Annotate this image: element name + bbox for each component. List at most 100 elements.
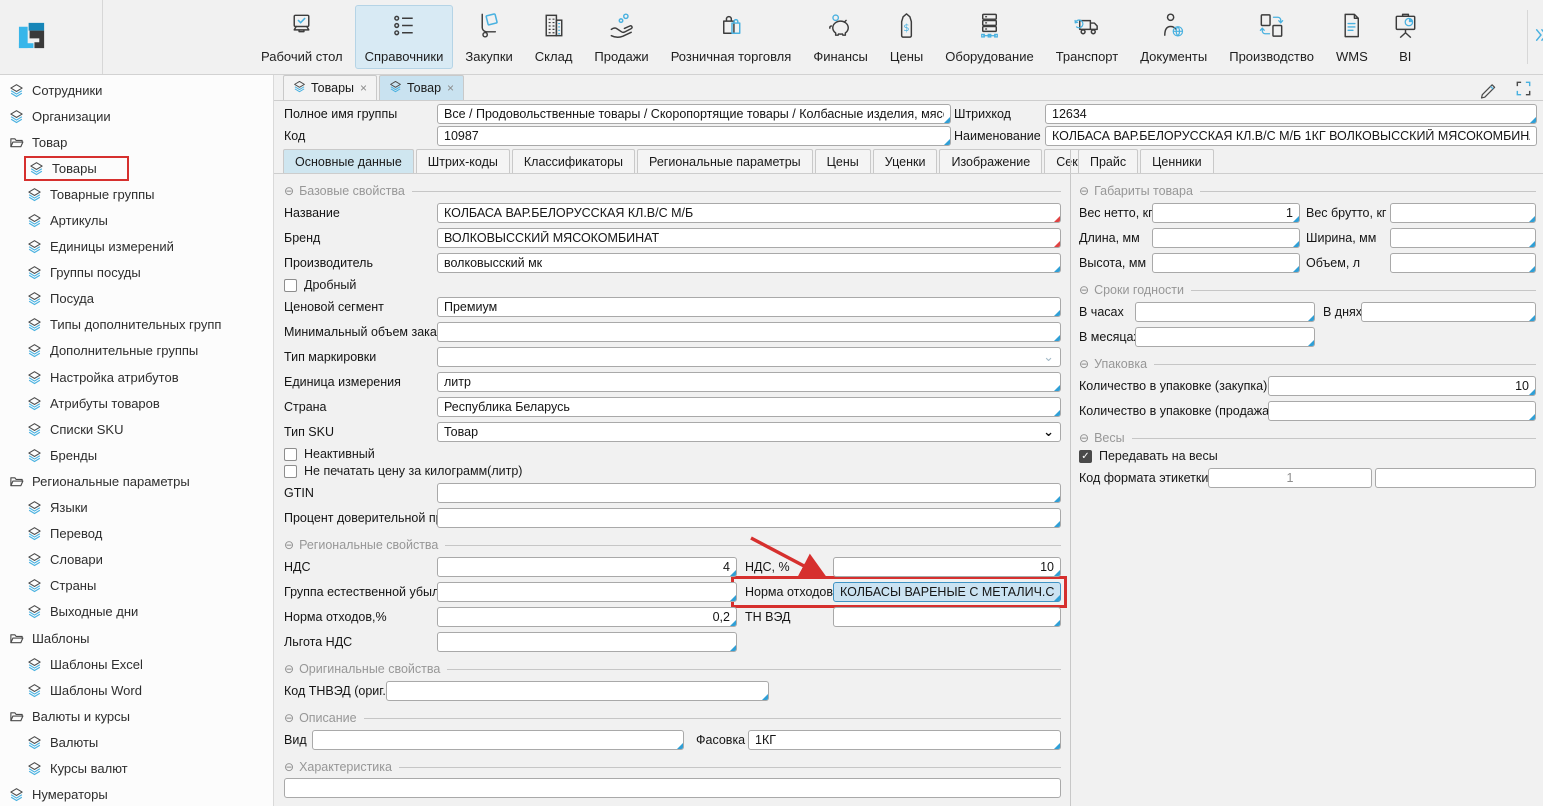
sidebar-item-strany[interactable]: Страны: [0, 573, 273, 599]
field-nds[interactable]: 4: [437, 557, 737, 577]
collapse-icon[interactable]: ⊖: [284, 539, 294, 551]
toolbar-item-desktop[interactable]: Рабочий стол: [251, 5, 353, 69]
field-tn-ved[interactable]: [833, 607, 1061, 627]
sidebar-item-brendy[interactable]: Бренды: [0, 442, 273, 468]
expand-button[interactable]: [1514, 79, 1533, 103]
field-kod-tnved-orig[interactable]: [386, 681, 769, 701]
tab-shtrih-kody[interactable]: Штрих-коды: [416, 149, 510, 173]
sidebar-item-regionalnye-parametry[interactable]: Региональные параметры: [0, 468, 273, 494]
sidebar-item-shablony-word[interactable]: Шаблоны Word: [0, 677, 273, 703]
toolbar-item-ceny[interactable]: $Цены: [880, 5, 933, 69]
toolbar-overflow-icon[interactable]: [1534, 26, 1543, 49]
field-procent-doveritelnoy-priemki[interactable]: [437, 508, 1061, 528]
checkbox-ne-pechatat-cenu-za-kilogramm[interactable]: [284, 465, 297, 478]
toolbar-item-spravochniki[interactable]: Справочники: [355, 5, 454, 69]
field-cenovoy-segment[interactable]: Премиум: [437, 297, 1061, 317]
field-tip-markirovki[interactable]: ⌄: [437, 347, 1061, 367]
field-fasovka[interactable]: 1КГ: [748, 730, 1061, 750]
toolbar-item-sklad[interactable]: Склад: [525, 5, 583, 69]
field-edinica-izmereniya[interactable]: литр: [437, 372, 1061, 392]
field-nazvanie[interactable]: КОЛБАСА ВАР.БЕЛОРУССКАЯ КЛ.В/С М/Б: [437, 203, 1061, 223]
field-vysota[interactable]: [1152, 253, 1300, 273]
doc-tab-tovar[interactable]: Товар×: [379, 75, 464, 100]
toolbar-item-finansy[interactable]: Финансы: [803, 5, 878, 69]
field-v-dnyah[interactable]: [1361, 302, 1536, 322]
collapse-icon[interactable]: ⊖: [284, 663, 294, 675]
sidebar-item-tovary[interactable]: Товары: [0, 155, 273, 181]
field-shtrihkod[interactable]: 12634: [1045, 104, 1537, 124]
field-kod-formata-etiketki[interactable]: 1: [1208, 468, 1372, 488]
toolbar-item-proizvodstvo[interactable]: Производство: [1219, 5, 1324, 69]
sidebar-item-slovari[interactable]: Словари: [0, 547, 273, 573]
sidebar-item-vyhodnye-dni[interactable]: Выходные дни: [0, 599, 273, 625]
field-v-mesyacah[interactable]: [1135, 327, 1315, 347]
sidebar-item-gruppy-posudy[interactable]: Группы посуды: [0, 260, 273, 286]
tab-klassifikatory[interactable]: Классификаторы: [512, 149, 635, 173]
field-v-chasah[interactable]: [1135, 302, 1315, 322]
close-icon[interactable]: ×: [360, 81, 367, 95]
tab-ucenki[interactable]: Уценки: [873, 149, 938, 173]
tab-ceny[interactable]: Цены: [815, 149, 871, 173]
sidebar-item-organizacii[interactable]: Организации: [0, 103, 273, 129]
toolbar-item-zakupki[interactable]: Закупки: [455, 5, 522, 69]
field-kolvo-v-upakovke-zakupka[interactable]: 10: [1268, 376, 1536, 396]
field-dlina[interactable]: [1152, 228, 1300, 248]
tab-cenniki[interactable]: Ценники: [1140, 149, 1213, 173]
sidebar-item-sotrudniki[interactable]: Сотрудники: [0, 77, 273, 103]
sidebar-item-numeratory[interactable]: Нумераторы: [0, 782, 273, 806]
toolbar-item-bi[interactable]: BI: [1380, 5, 1431, 69]
field-proizvoditel[interactable]: волковысский мк: [437, 253, 1061, 273]
field-polnoe-imya-gruppy[interactable]: Все / Продовольственные товары / Скоропо…: [437, 104, 951, 124]
field-obem[interactable]: [1390, 253, 1536, 273]
collapse-icon[interactable]: ⊖: [1079, 185, 1089, 197]
sidebar-item-nastroyka-atributov[interactable]: Настройка атрибутов: [0, 364, 273, 390]
sidebar-item-dop-gruppy[interactable]: Дополнительные группы: [0, 338, 273, 364]
sidebar-item-tovar[interactable]: Товар: [0, 129, 273, 155]
field-shirina[interactable]: [1390, 228, 1536, 248]
sidebar-item-atributy-tovarov[interactable]: Атрибуты товаров: [0, 390, 273, 416]
sidebar-item-perevod[interactable]: Перевод: [0, 521, 273, 547]
field-norma-othodov-percent[interactable]: 0,2: [437, 607, 737, 627]
field-gtin[interactable]: [437, 483, 1061, 503]
field-vid[interactable]: [312, 730, 684, 750]
doc-tab-tovary[interactable]: Товары×: [283, 75, 377, 100]
sidebar-item-shablony[interactable]: Шаблоны: [0, 625, 273, 651]
sidebar-item-tipy-dop-grupp[interactable]: Типы дополнительных групп: [0, 312, 273, 338]
toolbar-item-wms[interactable]: WMS: [1326, 5, 1378, 69]
field-strana[interactable]: Республика Беларусь: [437, 397, 1061, 417]
field-ves-brutto[interactable]: [1390, 203, 1536, 223]
collapse-icon[interactable]: ⊖: [284, 761, 294, 773]
tab-osnovnye-dannye[interactable]: Основные данные: [283, 149, 414, 173]
checkbox-peredavat-na-vesy[interactable]: ✓: [1079, 450, 1092, 463]
collapse-icon[interactable]: ⊖: [284, 712, 294, 724]
tab-izobrazhenie[interactable]: Изображение: [939, 149, 1042, 173]
field-min-obem-zakaza[interactable]: [437, 322, 1061, 342]
toolbar-item-prodazhi[interactable]: Продажи: [584, 5, 658, 69]
tab-regionalnye-parametry[interactable]: Региональные параметры: [637, 149, 813, 173]
app-logo[interactable]: [0, 0, 103, 74]
field-kolvo-v-upakovke-prodazha[interactable]: [1268, 401, 1536, 421]
field-brend[interactable]: ВОЛКОВЫССКИЙ МЯСОКОМБИНАТ: [437, 228, 1061, 248]
field-kod[interactable]: 10987: [437, 126, 951, 146]
sidebar-item-edinicy-izmereniy[interactable]: Единицы измерений: [0, 234, 273, 260]
field-harakteristika[interactable]: [284, 778, 1061, 798]
toolbar-item-roznichnaya-torgovlya[interactable]: Розничная торговля: [661, 5, 802, 69]
toolbar-item-oborudovanie[interactable]: Оборудование: [935, 5, 1043, 69]
sidebar-item-valyuty-i-kursy[interactable]: Валюты и курсы: [0, 703, 273, 729]
sidebar-item-kursy-valyut[interactable]: Курсы валют: [0, 755, 273, 781]
field-tip-sku[interactable]: Товар⌄: [437, 422, 1061, 442]
collapse-icon[interactable]: ⊖: [1079, 284, 1089, 296]
sidebar-item-valyuty[interactable]: Валюты: [0, 729, 273, 755]
close-icon[interactable]: ×: [447, 81, 454, 95]
field-naimenovanie[interactable]: КОЛБАСА ВАР.БЕЛОРУССКАЯ КЛ.В/С М/Б 1КГ В…: [1045, 126, 1537, 146]
tab-prais[interactable]: Прайс: [1078, 149, 1138, 173]
checkbox-neaktivny[interactable]: [284, 448, 297, 461]
collapse-icon[interactable]: ⊖: [1079, 432, 1089, 444]
toolbar-item-dokumenty[interactable]: Документы: [1130, 5, 1217, 69]
sidebar-item-posuda[interactable]: Посуда: [0, 286, 273, 312]
sidebar-item-spiski-sku[interactable]: Списки SKU: [0, 416, 273, 442]
field-nds-percent[interactable]: 10: [833, 557, 1061, 577]
toolbar-item-transport[interactable]: Транспорт: [1046, 5, 1129, 69]
sidebar-item-shablony-excel[interactable]: Шаблоны Excel: [0, 651, 273, 677]
field-lgota-nds[interactable]: [437, 632, 737, 652]
